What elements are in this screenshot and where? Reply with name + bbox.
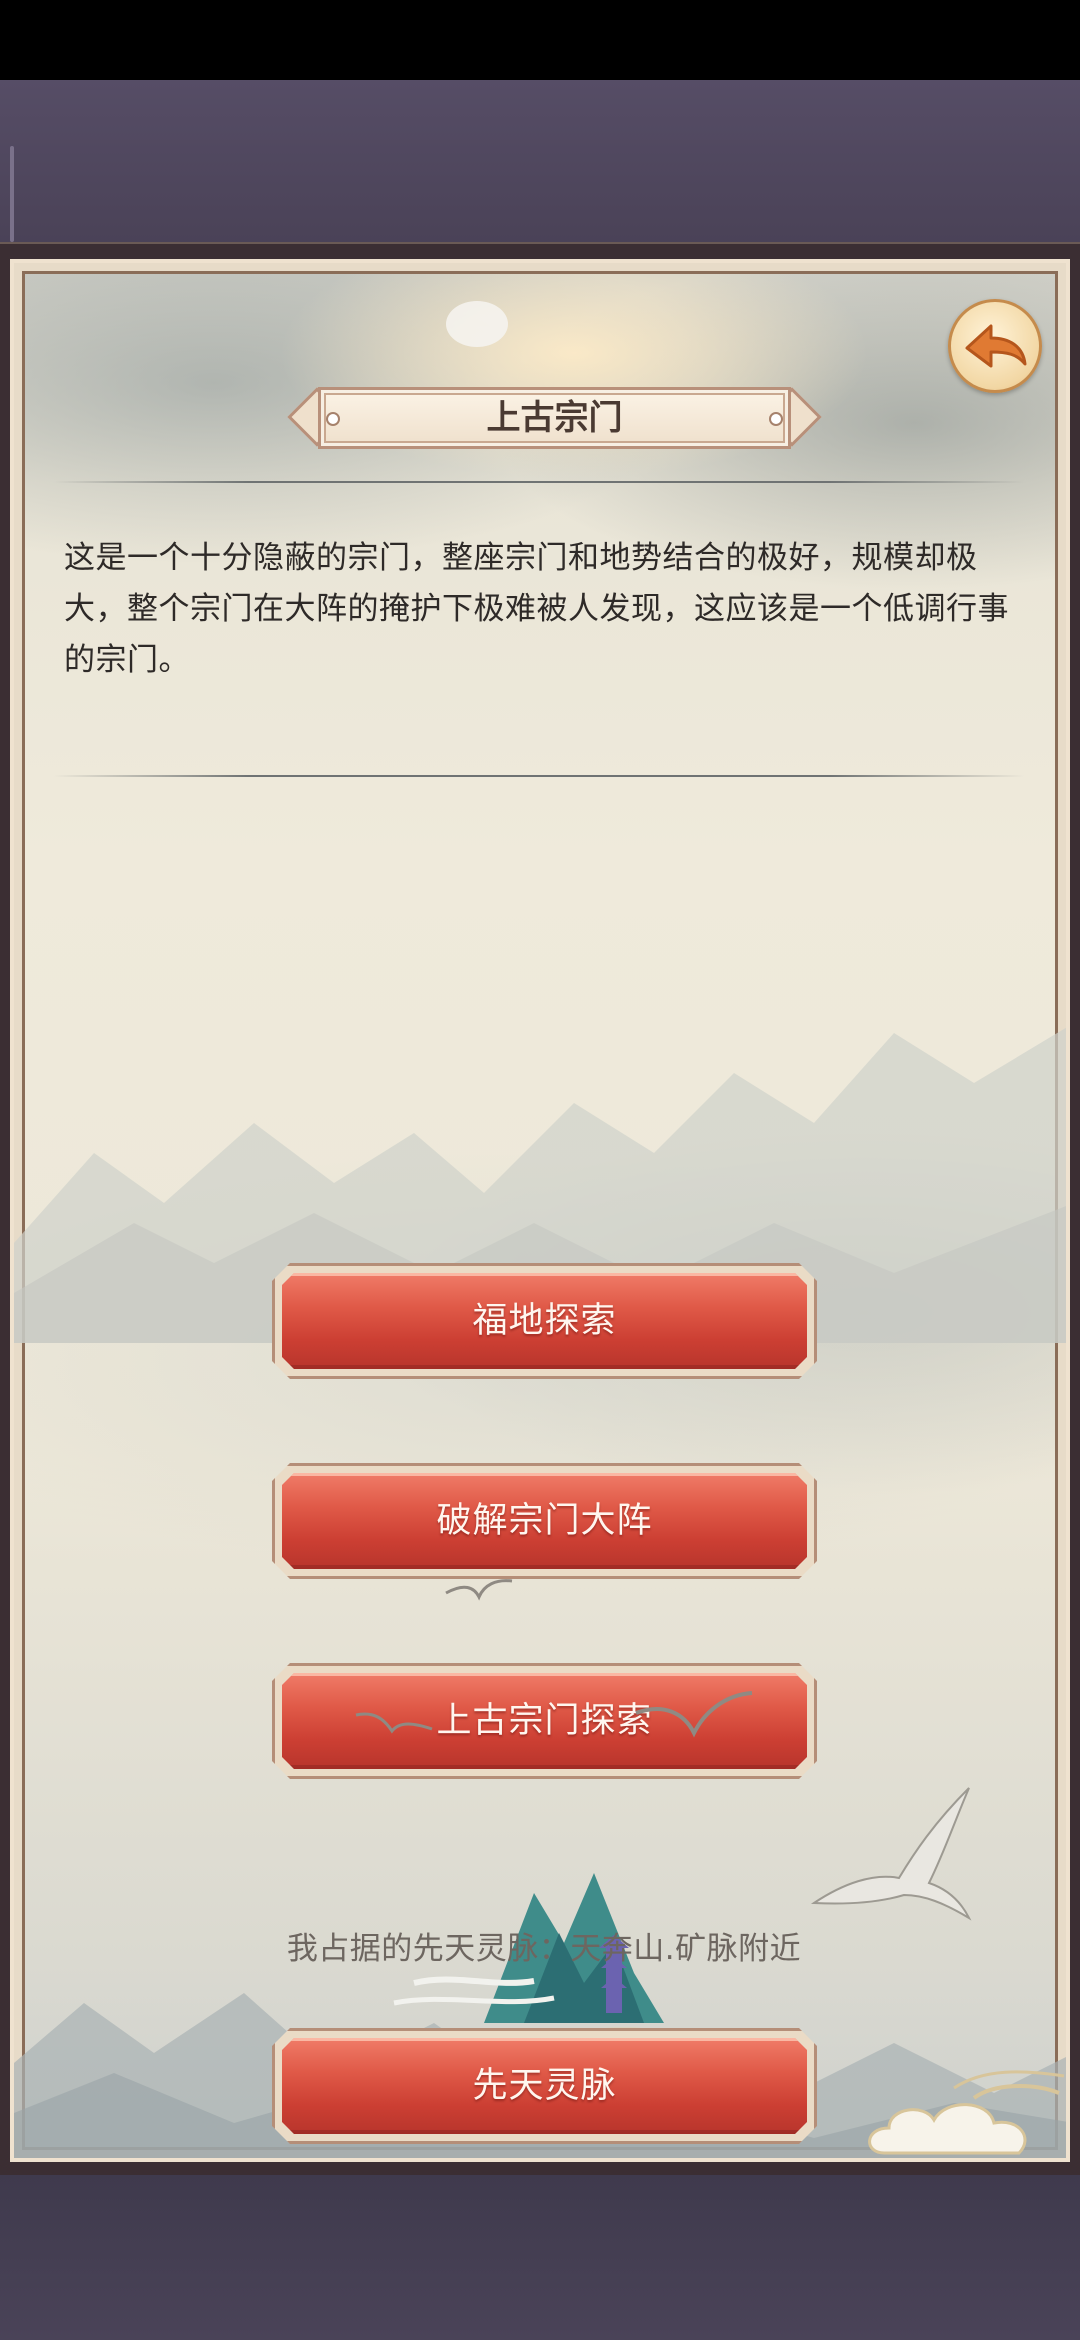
divider-top — [54, 481, 1024, 483]
back-arrow-icon — [965, 324, 1027, 368]
cloud-ornament — [868, 2070, 1065, 2155]
button-label: 福地探索 — [472, 1301, 617, 1341]
sect-panel: 上古宗门 这是一个十分隐蔽的宗门，整座宗门和地势结合的极好，规模却极大，整个宗门… — [0, 242, 1080, 2175]
innate-spirit-vein-button[interactable]: 先天灵脉 — [272, 2028, 817, 2144]
divider-bottom — [54, 775, 1024, 777]
edge-indicator — [10, 146, 14, 242]
spirit-vein-status: 我占据的先天灵脉：天奔山.矿脉附近 — [286, 1931, 802, 1967]
bird-decoration — [355, 1712, 433, 1734]
page-title: 上古宗门 — [486, 398, 623, 438]
top-band — [0, 80, 1080, 245]
blessed-land-explore-button[interactable]: 福地探索 — [272, 1263, 817, 1379]
panel-content: 上古宗门 这是一个十分隐蔽的宗门，整座宗门和地势结合的极好，规模却极大，整个宗门… — [10, 259, 1070, 2162]
status-bar — [0, 0, 1080, 80]
moon-decoration — [446, 301, 508, 347]
button-label: 先天灵脉 — [472, 2066, 617, 2106]
bird-decoration — [635, 1691, 753, 1738]
title-plaque: 上古宗门 — [282, 383, 827, 453]
break-sect-formation-button[interactable]: 破解宗门大阵 — [272, 1463, 817, 1579]
bottom-band — [0, 2175, 1080, 2340]
button-label: 破解宗门大阵 — [436, 1501, 653, 1541]
bird-decoration — [445, 1579, 513, 1601]
back-button[interactable] — [948, 299, 1042, 393]
sect-description: 这是一个十分隐蔽的宗门，整座宗门和地势结合的极好，规模却极大，整个宗门在大阵的掩… — [64, 540, 1009, 678]
crane-decoration — [810, 1787, 972, 1921]
